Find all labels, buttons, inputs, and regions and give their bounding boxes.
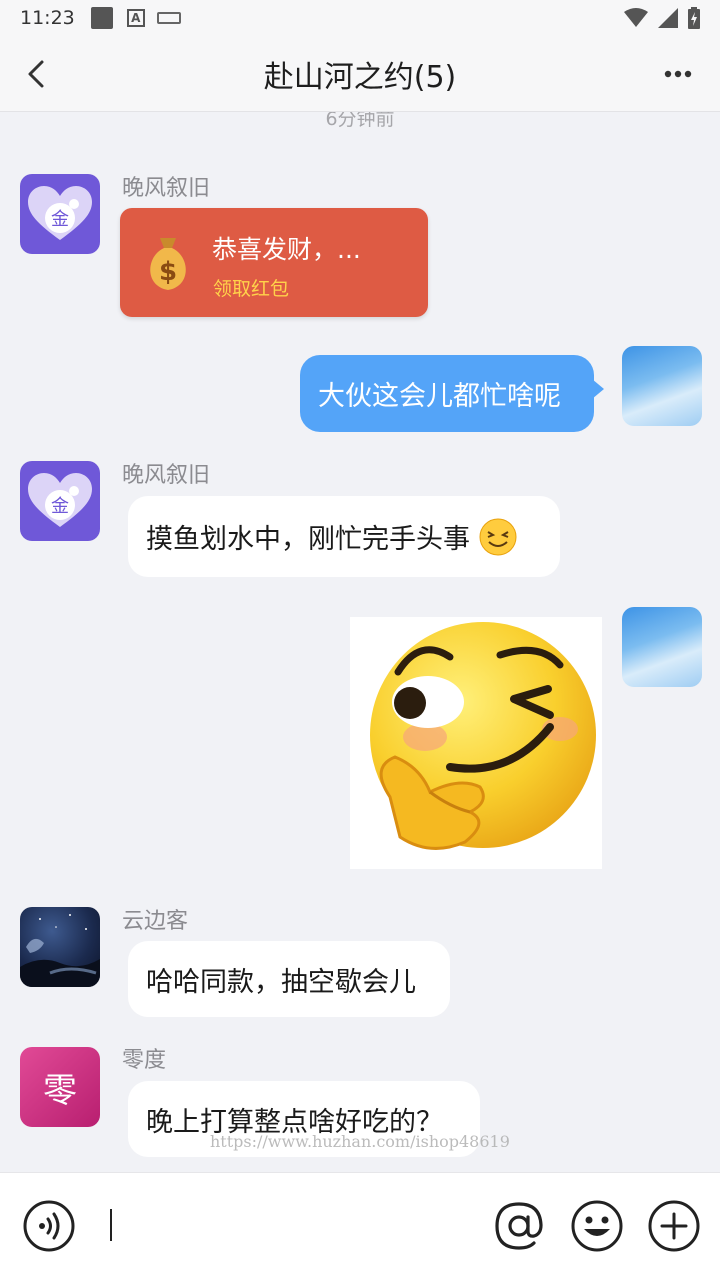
status-time: 11:23 — [20, 7, 75, 29]
avatar-wanfeng[interactable]: 金 — [20, 174, 100, 254]
sender-name: 零度 — [122, 1048, 167, 1073]
avatar-yunbianke[interactable] — [20, 907, 100, 987]
grin-emoji-icon — [479, 518, 517, 555]
plus-icon[interactable] — [647, 1199, 701, 1253]
app-notification-icon: A — [126, 9, 145, 27]
more-options-icon[interactable] — [660, 56, 696, 92]
watermark-text: https://www.huzhan.com/ishop48619 — [210, 1132, 510, 1151]
my-avatar[interactable] — [622, 607, 702, 687]
text-input-caret[interactable] — [110, 1209, 112, 1241]
wink-smirk-emoji-icon — [370, 622, 596, 850]
message-timestamp: 6分钟前 — [325, 112, 395, 130]
keyboard-icon — [156, 12, 181, 24]
message-input-bar — [0, 1172, 720, 1280]
incoming-message-bubble[interactable]: 摸鱼划水中，刚忙完手头事 — [128, 496, 560, 577]
svg-text:金: 金 — [51, 496, 69, 517]
money-bag-icon: $ — [150, 238, 186, 290]
red-packet-greeting: 恭喜发财，... — [212, 235, 361, 264]
svg-text:金: 金 — [51, 209, 69, 230]
my-avatar[interactable] — [622, 346, 702, 426]
mention-icon[interactable] — [492, 1199, 546, 1253]
night-landscape-icon — [20, 914, 100, 987]
message-text: 哈哈同款，抽空歇会儿 — [146, 966, 416, 998]
message-text: 大伙这会儿都忙啥呢 — [318, 381, 561, 412]
sender-name: 晚风叙旧 — [122, 176, 211, 201]
battery-icon — [688, 7, 700, 29]
avatar-lingdu[interactable]: 零 — [20, 1047, 100, 1127]
red-packet-card[interactable]: $ 恭喜发财，... 领取红包 — [120, 208, 428, 317]
message-text: 摸鱼划水中，刚忙完手头事 — [146, 524, 470, 555]
status-bar: 11:23 A — [0, 0, 720, 36]
back-icon[interactable] — [20, 56, 56, 92]
voice-icon[interactable] — [22, 1199, 76, 1253]
chat-title: 赴山河之约(5) — [263, 59, 457, 95]
svg-text:$: $ — [159, 257, 177, 287]
avatar-initial: 零 — [43, 1070, 77, 1111]
chat-header: 赴山河之约(5) — [0, 36, 720, 112]
emoji-icon[interactable] — [570, 1199, 624, 1253]
signal-icon — [658, 8, 678, 28]
incoming-message-bubble[interactable]: 哈哈同款，抽空歇会儿 — [128, 941, 450, 1017]
outgoing-message-bubble[interactable]: 大伙这会儿都忙啥呢 — [300, 355, 604, 432]
sender-name: 晚风叙旧 — [122, 463, 211, 488]
sender-name: 云边客 — [122, 909, 189, 934]
message-list[interactable]: 6分钟前 金 晚风叙旧 $ 恭喜发财，... 领取红包 大伙这会儿都忙啥呢 金 … — [0, 112, 720, 1172]
heart-coin-icon: 金 — [28, 473, 92, 527]
heart-coin-icon: 金 — [28, 186, 92, 240]
sticker-message[interactable] — [350, 617, 602, 869]
claim-red-packet-label[interactable]: 领取红包 — [213, 274, 289, 301]
notification-icon — [90, 7, 113, 29]
avatar-wanfeng[interactable]: 金 — [20, 461, 100, 541]
wifi-icon — [624, 8, 648, 27]
